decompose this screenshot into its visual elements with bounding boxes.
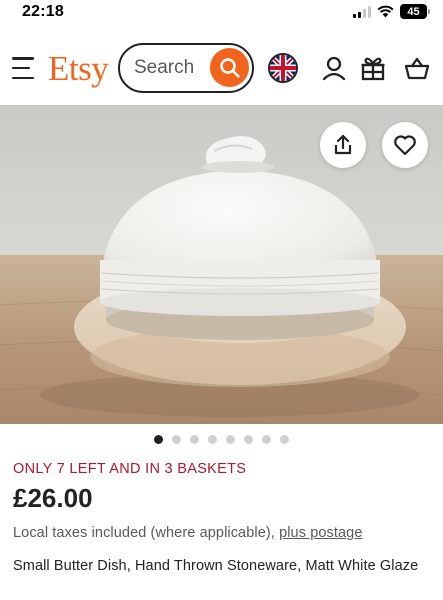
share-icon — [334, 134, 352, 155]
product-image[interactable] — [0, 105, 443, 424]
battery-icon: 45 — [400, 4, 430, 19]
carousel-dots[interactable] — [0, 435, 443, 444]
status-time: 22:18 — [22, 3, 64, 20]
tax-note-text: Local taxes included (where applicable), — [13, 525, 280, 541]
etsy-logo[interactable]: Etsy — [48, 49, 109, 89]
status-icons: 45 — [353, 4, 430, 19]
uk-flag-icon[interactable] — [268, 53, 298, 83]
carousel-dot[interactable] — [280, 435, 289, 444]
carousel-dot[interactable] — [208, 435, 217, 444]
postage-link[interactable]: plus postage — [279, 525, 362, 541]
header: Etsy — [0, 38, 443, 98]
stock-note: ONLY 7 LEFT AND IN 3 BASKETS — [13, 461, 247, 477]
battery-level: 45 — [407, 5, 420, 18]
basket-icon[interactable] — [403, 54, 431, 82]
carousel-dot[interactable] — [262, 435, 271, 444]
heart-icon — [394, 135, 416, 156]
carousel-dot[interactable] — [226, 435, 235, 444]
account-icon[interactable] — [320, 54, 348, 82]
gift-icon[interactable] — [359, 54, 387, 82]
menu-icon[interactable] — [12, 57, 36, 79]
carousel-dot[interactable] — [190, 435, 199, 444]
carousel-dot[interactable] — [172, 435, 181, 444]
favorite-button[interactable] — [382, 122, 428, 168]
wifi-icon — [377, 5, 394, 18]
status-bar: 22:18 45 — [0, 0, 443, 28]
butter-dish-photo — [0, 105, 443, 424]
carousel-dot[interactable] — [154, 435, 163, 444]
price: £26.00 — [13, 483, 93, 513]
search-icon — [219, 57, 240, 78]
product-title: Small Butter Dish, Hand Thrown Stoneware… — [13, 558, 419, 574]
signal-icon — [353, 5, 371, 18]
search-button[interactable] — [210, 48, 249, 87]
search-input[interactable] — [134, 57, 212, 79]
share-button[interactable] — [320, 122, 366, 168]
tax-note: Local taxes included (where applicable),… — [13, 525, 363, 541]
search-bar[interactable] — [118, 43, 254, 93]
carousel-dot[interactable] — [244, 435, 253, 444]
